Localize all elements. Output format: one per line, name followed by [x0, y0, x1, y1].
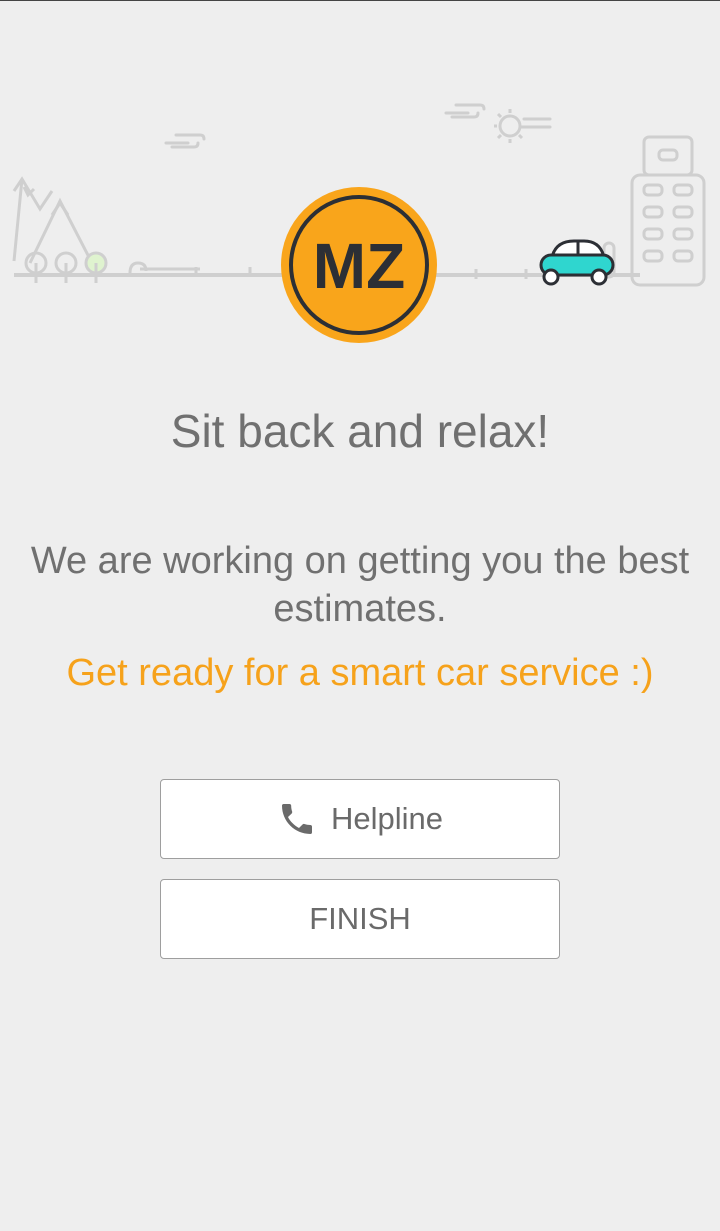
finish-label: FINISH	[309, 901, 411, 936]
mountain-icon	[12, 176, 94, 264]
helpline-button[interactable]: Helpline	[160, 779, 560, 859]
headline: Sit back and relax!	[170, 405, 550, 457]
tree-icon	[24, 251, 148, 283]
brand-logo: MZ	[281, 187, 437, 343]
car-icon	[539, 239, 615, 286]
building-icon	[602, 135, 706, 287]
road-trip-illustration: MZ	[12, 103, 706, 343]
status-message: We are working on getting you the best e…	[30, 540, 690, 630]
logo-text: MZ	[313, 230, 405, 302]
cloud-icon	[164, 103, 552, 149]
finish-button[interactable]: FINISH	[160, 879, 560, 959]
helpline-label: Helpline	[330, 801, 443, 836]
tagline: Get ready for a smart car service :)	[66, 652, 654, 694]
phone-icon	[277, 799, 317, 839]
sun-icon	[494, 109, 524, 143]
estimate-waiting-screen: MZ Sit back and relax! We are working on…	[0, 0, 720, 1231]
